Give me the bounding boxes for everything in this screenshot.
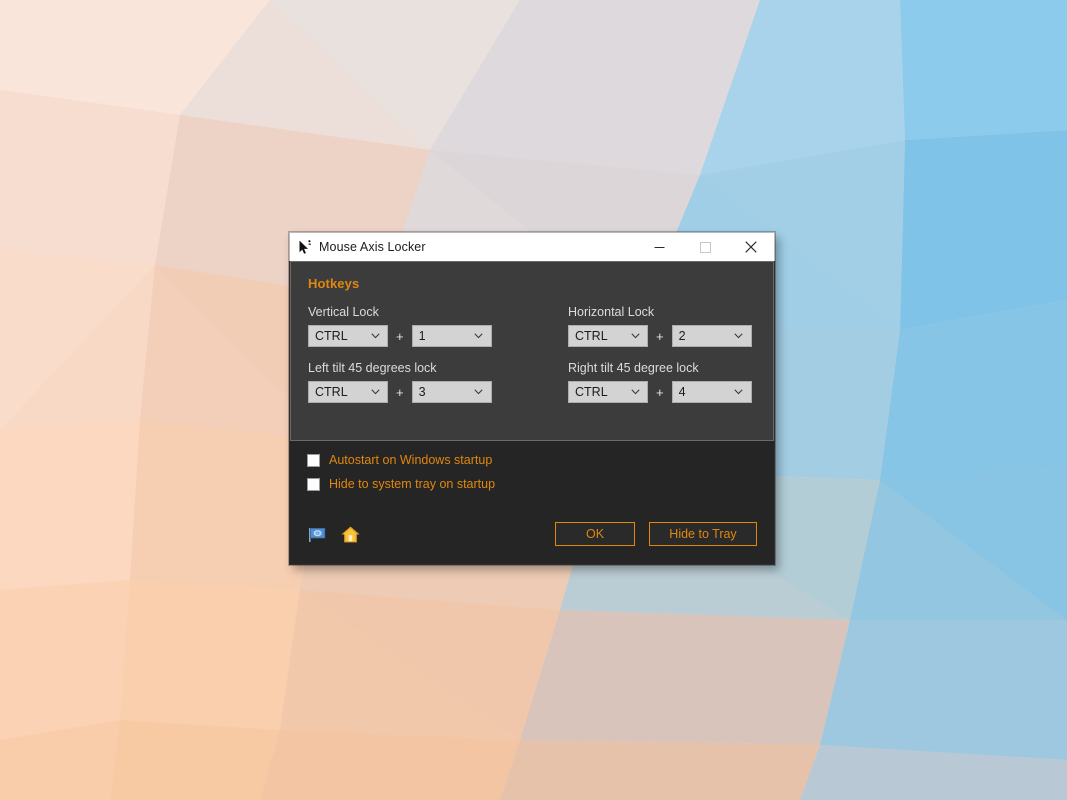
mouse-cursor-icon <box>297 239 313 255</box>
key-value-left-tilt-lock: 3 <box>418 385 426 399</box>
key-value-right-tilt-lock: 4 <box>678 385 686 399</box>
minimize-icon <box>654 246 664 248</box>
hotkey-label-right-tilt-lock: Right tilt 45 degree lock <box>568 361 699 375</box>
chevron-down-icon <box>470 333 488 339</box>
key-select-left-tilt-lock[interactable]: 3 <box>411 381 492 403</box>
window-controls <box>636 233 774 261</box>
modifier-value-left-tilt-lock: CTRL <box>315 385 348 399</box>
hotkey-right-tilt-lock: Right tilt 45 degree lock CTRL + 4 <box>568 361 756 403</box>
hotkey-row-vertical-lock: CTRL + 1 <box>308 325 568 347</box>
hotkey-label-horizontal-lock: Horizontal Lock <box>568 305 655 319</box>
modifier-select-horizontal-lock[interactable]: CTRL <box>568 325 648 347</box>
bottom-button-group: OK Hide to Tray <box>555 522 757 546</box>
chevron-down-icon <box>366 389 384 395</box>
maximize-button[interactable] <box>682 233 728 261</box>
chevron-down-icon <box>730 389 748 395</box>
key-value-vertical-lock: 1 <box>418 329 426 343</box>
plus-separator: + <box>396 328 404 344</box>
checkbox-row-hide-to-tray[interactable]: Hide to system tray on startup <box>307 477 757 491</box>
modifier-value-vertical-lock: CTRL <box>315 329 348 343</box>
bottom-bar: OK Hide to Tray <box>307 522 757 564</box>
key-select-horizontal-lock[interactable]: 2 <box>671 325 752 347</box>
desktop-background: Mouse Axis Locker Hotkeys Vertical Lock … <box>0 0 1067 800</box>
window-title: Mouse Axis Locker <box>319 240 426 254</box>
hotkey-vertical-lock: Vertical Lock CTRL + 1 <box>308 305 568 347</box>
checkbox-hide-to-tray[interactable] <box>307 477 320 491</box>
plus-separator: + <box>396 384 404 400</box>
checkbox-label-hide-to-tray: Hide to system tray on startup <box>329 477 496 491</box>
close-button[interactable] <box>728 233 774 261</box>
maximize-icon <box>699 241 711 253</box>
checkbox-row-autostart[interactable]: Autostart on Windows startup <box>307 453 757 467</box>
hide-to-tray-button[interactable]: Hide to Tray <box>649 522 757 546</box>
hotkey-label-left-tilt-lock: Left tilt 45 degrees lock <box>308 361 437 375</box>
modifier-select-right-tilt-lock[interactable]: CTRL <box>568 381 648 403</box>
chevron-down-icon <box>730 333 748 339</box>
chevron-down-icon <box>366 333 384 339</box>
modifier-select-vertical-lock[interactable]: CTRL <box>308 325 388 347</box>
bottom-icon-group <box>307 524 361 545</box>
checkbox-autostart[interactable] <box>307 453 320 467</box>
close-icon <box>745 241 757 253</box>
checkbox-label-autostart: Autostart on Windows startup <box>329 453 493 467</box>
flag-icon[interactable] <box>307 524 328 545</box>
modifier-select-left-tilt-lock[interactable]: CTRL <box>308 381 388 403</box>
hotkey-label-vertical-lock: Vertical Lock <box>308 305 379 319</box>
modifier-value-right-tilt-lock: CTRL <box>575 385 608 399</box>
hotkey-left-tilt-lock: Left tilt 45 degrees lock CTRL + 3 <box>308 361 568 403</box>
hotkeys-group-title: Hotkeys <box>308 276 360 291</box>
hotkey-row-left-tilt-lock: CTRL + 3 <box>308 381 568 403</box>
key-select-right-tilt-lock[interactable]: 4 <box>671 381 752 403</box>
mouse-axis-locker-window: Mouse Axis Locker Hotkeys Vertical Lock … <box>289 232 775 565</box>
home-icon[interactable] <box>340 524 361 545</box>
key-value-horizontal-lock: 2 <box>678 329 686 343</box>
window-body: Hotkeys Vertical Lock CTRL + 1 Horizonta… <box>289 261 775 565</box>
chevron-down-icon <box>470 389 488 395</box>
hotkey-row-horizontal-lock: CTRL + 2 <box>568 325 756 347</box>
modifier-value-horizontal-lock: CTRL <box>575 329 608 343</box>
chevron-down-icon <box>626 389 644 395</box>
hotkey-horizontal-lock: Horizontal Lock CTRL + 2 <box>568 305 756 347</box>
plus-separator: + <box>656 328 664 344</box>
chevron-down-icon <box>626 333 644 339</box>
hotkeys-group-box: Hotkeys Vertical Lock CTRL + 1 Horizonta… <box>290 261 774 441</box>
title-bar[interactable]: Mouse Axis Locker <box>289 232 775 261</box>
ok-button[interactable]: OK <box>555 522 635 546</box>
hotkey-row-right-tilt-lock: CTRL + 4 <box>568 381 756 403</box>
minimize-button[interactable] <box>636 233 682 261</box>
options-area: Autostart on Windows startup Hide to sys… <box>290 441 774 564</box>
hotkeys-grid: Vertical Lock CTRL + 1 Horizontal Lock C… <box>308 305 756 403</box>
plus-separator: + <box>656 384 664 400</box>
key-select-vertical-lock[interactable]: 1 <box>411 325 492 347</box>
